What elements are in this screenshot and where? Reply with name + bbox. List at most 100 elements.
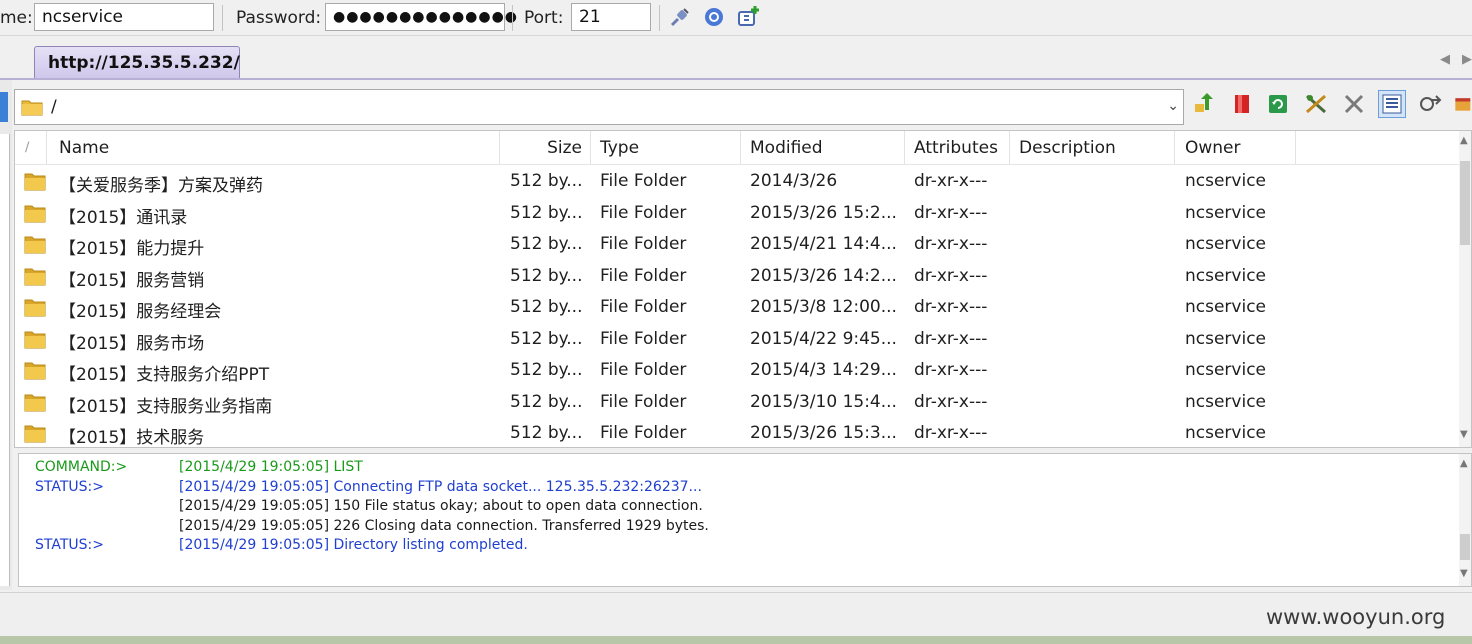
- file-attributes: dr-xr-x---: [914, 202, 988, 223]
- file-modified: 2015/3/26 15:2...: [750, 202, 897, 223]
- file-modified: 2015/4/22 9:45...: [750, 328, 897, 349]
- log-text: [2015/4/29 19:05:05] Connecting FTP data…: [179, 478, 702, 495]
- new-connection-icon[interactable]: [736, 5, 760, 29]
- file-attributes: dr-xr-x---: [914, 171, 988, 191]
- column-header-owner[interactable]: Owner: [1175, 131, 1296, 165]
- chevron-down-icon[interactable]: ⌄: [1167, 98, 1179, 114]
- file-name: 【2015】通讯录: [59, 207, 188, 228]
- path-text: /: [51, 97, 57, 117]
- scrollbar-thumb[interactable]: [1460, 534, 1470, 560]
- port-field[interactable]: [571, 3, 651, 31]
- scroll-up-icon[interactable]: ▲: [1460, 135, 1468, 146]
- file-size: 512 by...: [510, 297, 583, 317]
- file-owner: ncservice: [1185, 391, 1267, 412]
- file-type: File Folder: [600, 265, 687, 286]
- file-attributes: dr-xr-x---: [914, 423, 988, 443]
- delete-icon[interactable]: [1340, 90, 1368, 118]
- username-field[interactable]: [34, 3, 214, 31]
- scroll-up-icon[interactable]: ▲: [1460, 458, 1468, 469]
- folder-icon: [24, 423, 46, 447]
- file-type: File Folder: [600, 202, 687, 223]
- file-attributes: dr-xr-x---: [914, 360, 988, 380]
- details-view-icon[interactable]: [1378, 90, 1406, 118]
- tab-host[interactable]: http://125.35.5.232/: [34, 46, 240, 80]
- window-bottom-edge: [0, 636, 1472, 644]
- file-type: File Folder: [600, 423, 687, 443]
- file-attributes: dr-xr-x---: [914, 297, 988, 317]
- path-combobox[interactable]: / ⌄: [14, 89, 1184, 125]
- scrollbar-thumb[interactable]: [1460, 161, 1470, 245]
- file-list-scrollbar[interactable]: ▲ ▼: [1459, 131, 1471, 447]
- parent-directory-icon[interactable]: [1190, 90, 1218, 118]
- tab-bar: http://125.35.5.232/ ◀ ▶: [0, 36, 1472, 80]
- file-name: 【2015】能力提升: [59, 239, 205, 259]
- toolbar-divider: [222, 5, 223, 31]
- file-modified: 2015/3/8 12:00...: [750, 297, 897, 317]
- table-row[interactable]: 【2015】服务经理会 512 by... File Folder 2015/3/8 …: [15, 293, 1461, 324]
- folder-icon: [24, 234, 46, 259]
- scroll-down-icon[interactable]: ▼: [1460, 429, 1468, 440]
- log-kind: STATUS:>: [35, 478, 104, 495]
- file-type: File Folder: [600, 171, 687, 191]
- settings-gear-icon[interactable]: [702, 5, 726, 29]
- file-owner: ncservice: [1185, 265, 1267, 286]
- status-bar: www.wooyun.org: [0, 592, 1472, 636]
- connect-plug-icon[interactable]: [668, 5, 692, 29]
- log-text: [2015/4/29 19:05:05] 226 Closing data co…: [179, 517, 709, 534]
- folder-icon: [24, 297, 46, 322]
- tab-scroll-right-icon[interactable]: ▶: [1462, 52, 1472, 67]
- connection-toolbar: me: Password: ●●●●●●●●●●●●●● Port:: [0, 0, 1472, 36]
- file-type: File Folder: [600, 297, 687, 317]
- file-modified: 2015/4/3 14:29...: [750, 360, 897, 380]
- file-owner: ncservice: [1185, 297, 1267, 317]
- file-name: 【2015】服务经理会: [59, 302, 222, 322]
- file-modified: 2014/3/26: [750, 171, 838, 191]
- password-field[interactable]: ●●●●●●●●●●●●●●: [325, 3, 517, 31]
- column-header-name[interactable]: Name: [47, 131, 500, 165]
- column-header-attributes[interactable]: Attributes: [905, 131, 1010, 165]
- column-header-type[interactable]: Type: [591, 131, 741, 165]
- file-attributes: dr-xr-x---: [914, 265, 988, 286]
- table-row[interactable]: 【2015】技术服务 512 by... File Folder 2015/3/26 …: [15, 419, 1461, 448]
- file-owner: ncservice: [1185, 171, 1267, 191]
- column-header-size[interactable]: Size: [500, 131, 591, 165]
- file-name: 【关爱服务季】方案及弹药: [59, 176, 263, 196]
- scroll-down-icon[interactable]: ▼: [1460, 568, 1468, 579]
- table-row[interactable]: 【关爱服务季】方案及弹药 512 by... File Folder 2014/3/2…: [15, 167, 1461, 198]
- port-label: Port:: [524, 8, 564, 28]
- log-scrollbar[interactable]: ▲ ▼: [1459, 454, 1471, 586]
- folder-icon: [24, 329, 46, 354]
- file-name: 【2015】技术服务: [59, 428, 205, 448]
- table-row[interactable]: 【2015】支持服务业务指南 512 by... File Folder 2015/3…: [15, 388, 1461, 419]
- log-pane[interactable]: COMMAND:> [2015/4/29 19:05:05] LIST STATUS…: [18, 453, 1472, 587]
- folder-icon: [24, 266, 46, 291]
- log-text: [2015/4/29 19:05:05] LIST: [179, 459, 363, 475]
- file-size: 512 by...: [510, 234, 583, 254]
- bookmark-icon[interactable]: [1228, 90, 1256, 118]
- watermark: www.wooyun.org: [1266, 605, 1446, 629]
- file-modified: 2015/3/26 15:3...: [750, 423, 897, 443]
- table-row[interactable]: 【2015】通讯录 512 by... File Folder 2015/3/26 1…: [15, 199, 1461, 230]
- table-row[interactable]: 【2015】能力提升 512 by... File Folder 2015/4/21 …: [15, 230, 1461, 261]
- sync-browse-icon[interactable]: [1416, 90, 1444, 118]
- file-type: File Folder: [600, 391, 687, 412]
- column-header-modified[interactable]: Modified: [741, 131, 905, 165]
- sort-indicator-icon[interactable]: ∕: [15, 131, 47, 165]
- file-owner: ncservice: [1185, 328, 1267, 349]
- file-size: 512 by...: [510, 360, 583, 380]
- file-size: 512 by...: [510, 328, 583, 349]
- table-row[interactable]: 【2015】服务市场 512 by... File Folder 2015/4/22 …: [15, 325, 1461, 356]
- toolbar-divider: [512, 5, 513, 31]
- table-row[interactable]: 【2015】支持服务介绍PPT 512 by... File Folder 2015/…: [15, 356, 1461, 387]
- column-header-description[interactable]: Description: [1010, 131, 1175, 165]
- remote-file-list[interactable]: ∕ Name Size Type Modified Attributes Des…: [14, 130, 1472, 448]
- folder-icon: [24, 360, 46, 385]
- tab-scroll-left-icon[interactable]: ◀: [1440, 52, 1450, 67]
- folder-icon: [24, 392, 46, 417]
- more-tools-icon[interactable]: [1452, 90, 1472, 118]
- file-attributes: dr-xr-x---: [914, 234, 988, 254]
- tools-icon[interactable]: [1302, 90, 1330, 118]
- table-row[interactable]: 【2015】服务营销 512 by... File Folder 2015/3/26 …: [15, 262, 1461, 293]
- refresh-icon[interactable]: [1264, 90, 1292, 118]
- left-pane-list[interactable]: [0, 134, 10, 586]
